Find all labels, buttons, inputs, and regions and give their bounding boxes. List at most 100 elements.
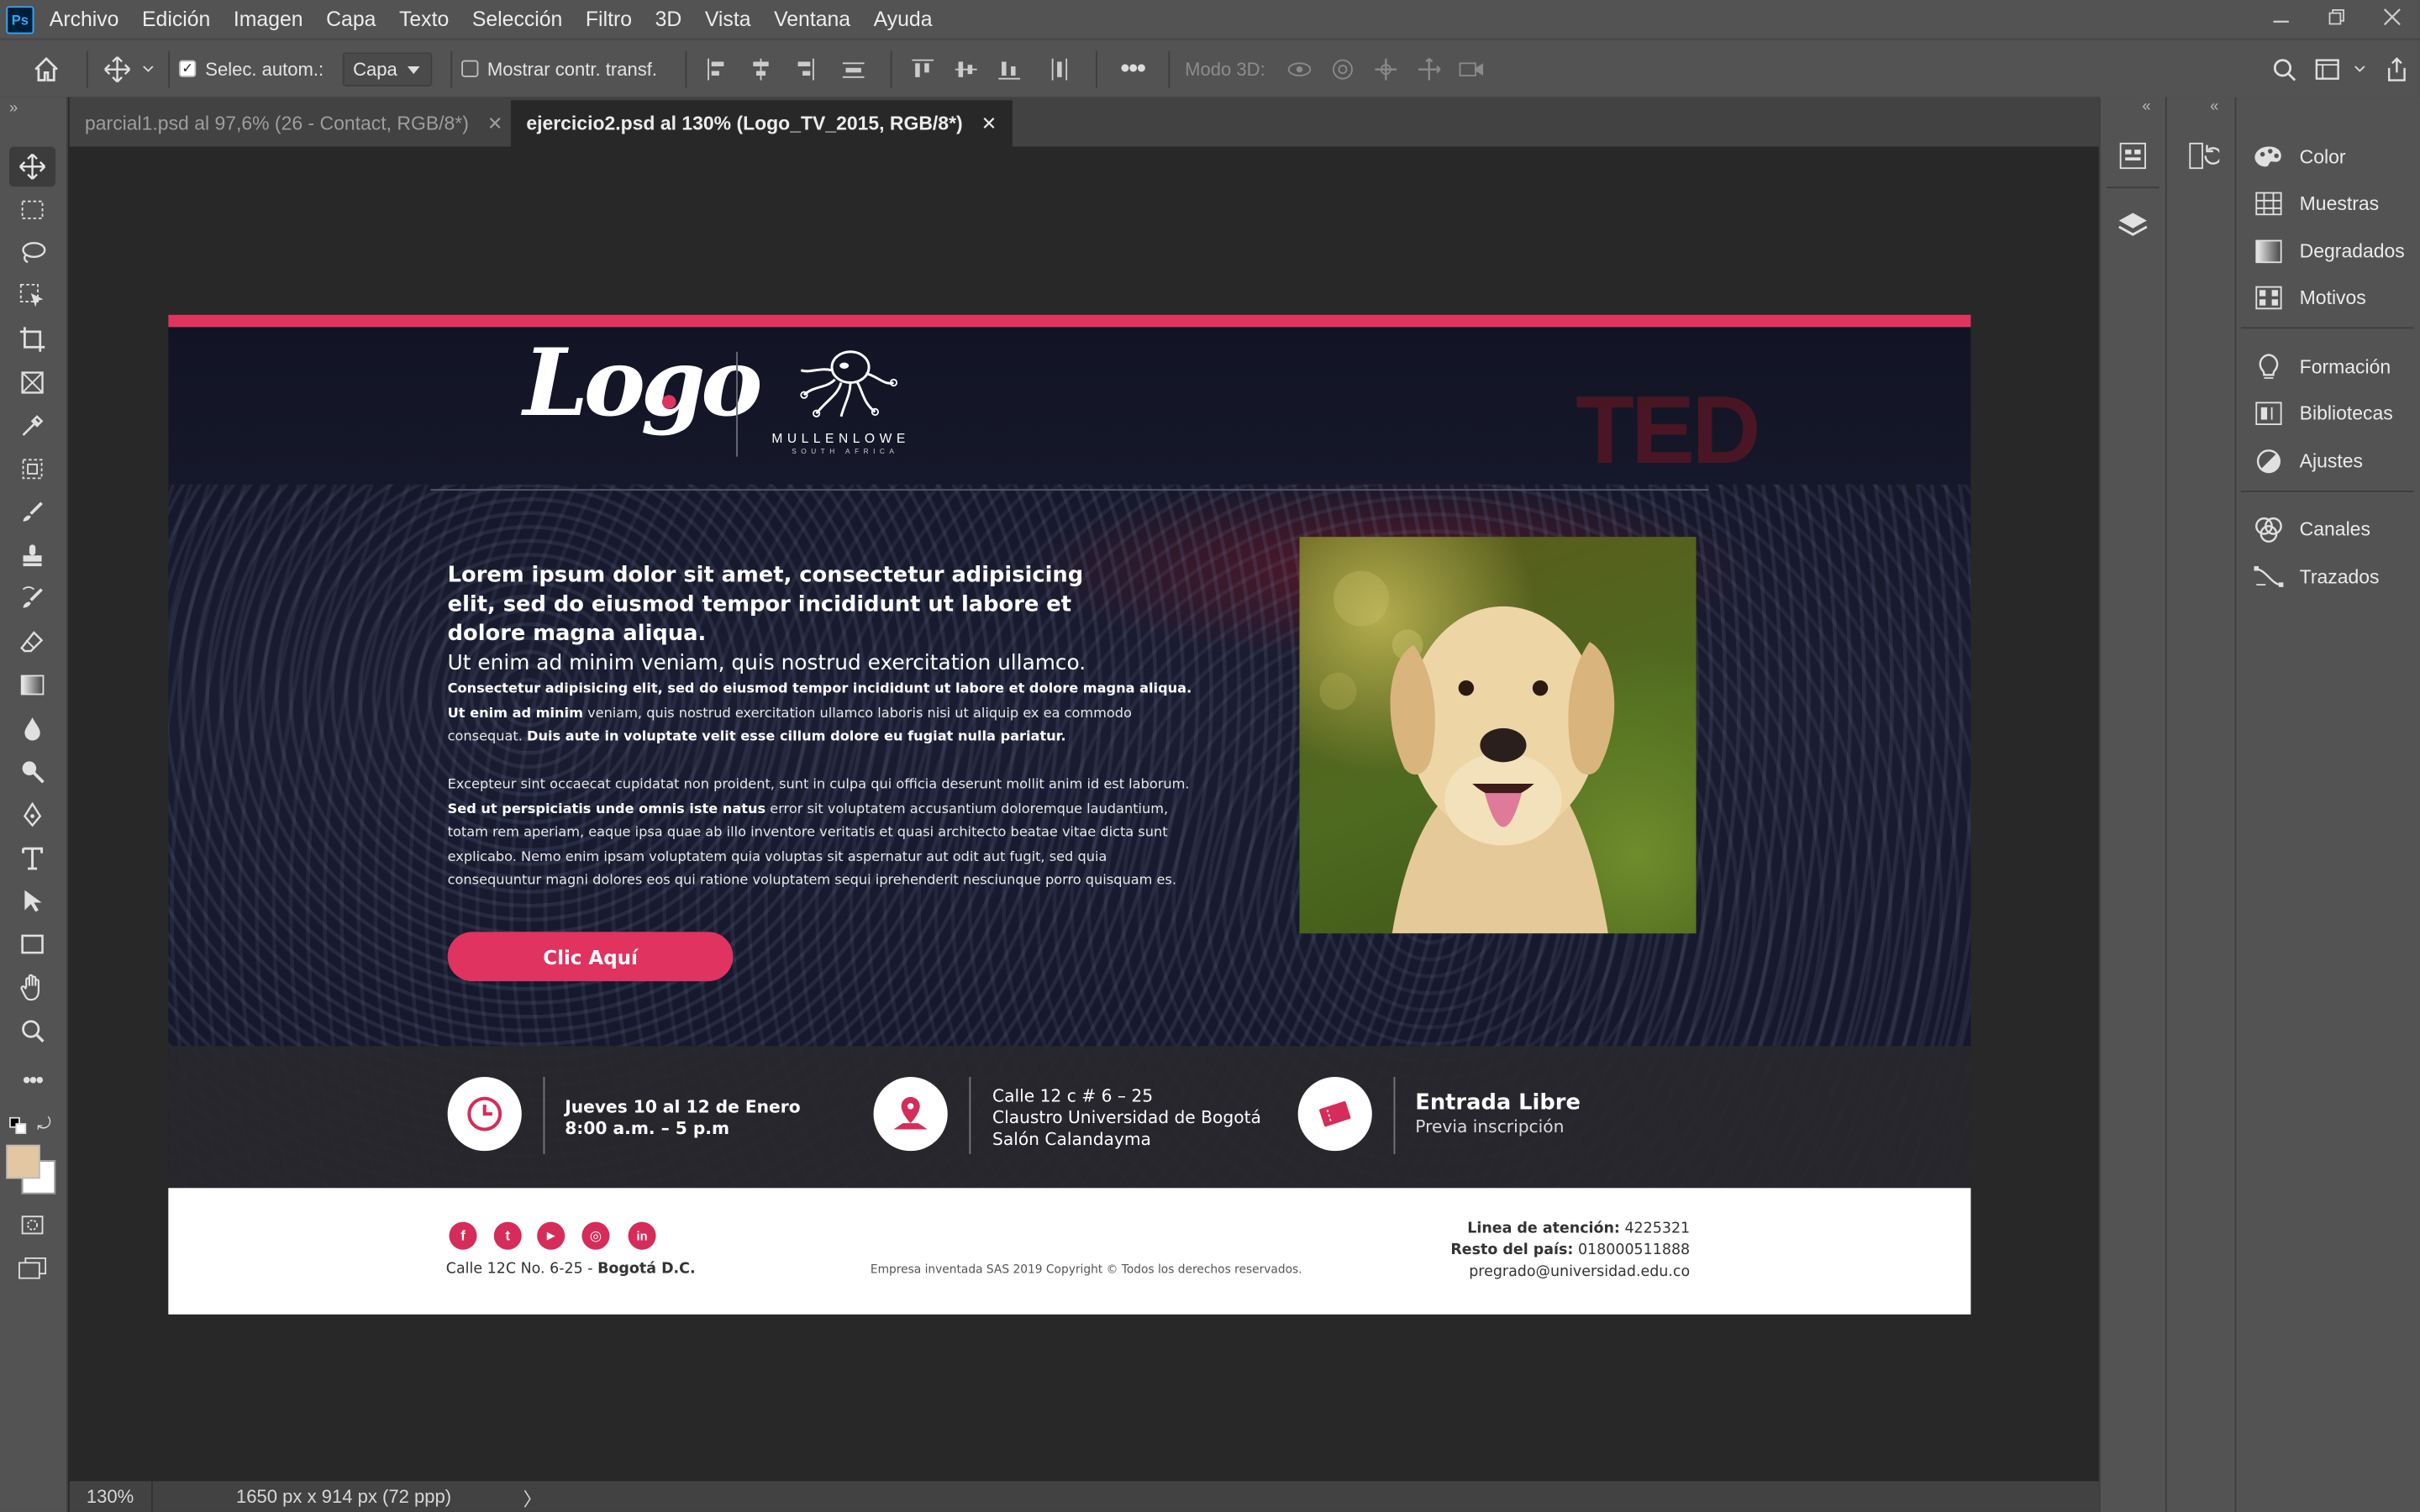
history-icon[interactable] <box>2186 139 2223 177</box>
rectangle-tool-icon[interactable] <box>9 924 55 964</box>
menu-imagen[interactable]: Imagen <box>234 8 303 31</box>
chevron-down-icon[interactable] <box>137 64 159 73</box>
crop-tool-icon[interactable] <box>9 319 55 360</box>
panel-adjustments[interactable]: Ajustes <box>2254 443 2363 480</box>
align-right-icon[interactable] <box>782 56 825 81</box>
brush-tool-icon[interactable] <box>9 492 55 533</box>
menu-ventana[interactable]: Ventana <box>774 8 850 31</box>
menu-filtro[interactable]: Filtro <box>586 8 632 31</box>
show-transform-checkbox[interactable] <box>460 60 478 77</box>
blur-tool-icon[interactable] <box>9 708 55 748</box>
tab-ejercicio2[interactable]: ejercicio2.psd al 130% (Logo_TV_2015, RG… <box>510 100 1013 147</box>
eyedropper-tool-icon[interactable] <box>9 406 55 446</box>
lasso-tool-icon[interactable] <box>9 233 55 273</box>
menu-texto[interactable]: Texto <box>399 8 449 31</box>
headline-bold: Lorem ipsum dolor sit amet, consectetur … <box>447 563 1084 647</box>
menu-vista[interactable]: Vista <box>705 8 751 31</box>
close-tab-icon[interactable]: ✕ <box>487 113 502 134</box>
menu-capa[interactable]: Capa <box>326 8 376 31</box>
menu-edicion[interactable]: Edición <box>142 8 210 31</box>
roll-3d-icon[interactable] <box>1321 56 1364 81</box>
menu-ayuda[interactable]: Ayuda <box>874 8 933 31</box>
close-tab-icon[interactable]: ✕ <box>981 113 997 134</box>
chevron-down-icon[interactable] <box>2346 64 2374 73</box>
youtube-icon[interactable]: ▶ <box>537 1221 566 1250</box>
align-top-icon[interactable] <box>901 56 944 81</box>
linkedin-icon[interactable]: in <box>628 1221 656 1250</box>
panel-gradients[interactable]: Degradados <box>2254 233 2405 270</box>
panel-color[interactable]: Color <box>2254 139 2346 176</box>
foreground-color-swatch[interactable] <box>6 1144 40 1179</box>
align-left-icon[interactable] <box>696 56 739 81</box>
auto-select-target-dropdown[interactable]: Capa <box>342 51 432 86</box>
workspace-icon[interactable] <box>2309 58 2346 80</box>
slide-3d-icon[interactable] <box>1407 56 1450 81</box>
photoshop-logo[interactable]: Ps <box>6 5 34 34</box>
instagram-icon[interactable]: ◎ <box>581 1221 610 1250</box>
share-icon[interactable] <box>2374 56 2420 81</box>
swap-colors-icon[interactable]: ⤾ <box>37 1116 51 1136</box>
zoom-level[interactable]: 130% <box>87 1486 134 1508</box>
stamp-tool-icon[interactable] <box>9 535 55 575</box>
panel-swatches[interactable]: Muestras <box>2254 185 2379 222</box>
facebook-icon[interactable]: f <box>449 1221 477 1250</box>
twitter-icon[interactable]: t <box>493 1221 522 1250</box>
path-selection-tool-icon[interactable] <box>9 881 55 921</box>
gradient-tool-icon[interactable] <box>9 665 55 706</box>
minimize-icon[interactable] <box>2254 0 2309 34</box>
close-icon[interactable] <box>2365 0 2420 34</box>
move-tool-icon[interactable] <box>9 146 56 187</box>
marquee-tool-icon[interactable] <box>9 190 55 230</box>
edit-toolbar-icon[interactable]: ••• <box>9 1060 55 1100</box>
gradient-icon <box>2254 238 2285 265</box>
cta-button[interactable]: Clic Aquí <box>447 932 734 982</box>
separator <box>1167 50 1170 87</box>
more-options-icon[interactable]: ••• <box>1106 52 1158 85</box>
screen-mode-icon[interactable] <box>9 1248 55 1289</box>
distribute-horizontal-icon[interactable] <box>825 56 881 81</box>
hand-tool-icon[interactable] <box>9 968 55 1008</box>
rotate-3d-icon[interactable] <box>1277 56 1320 81</box>
collapse-icon[interactable]: « <box>2210 99 2218 116</box>
pen-tool-icon[interactable] <box>9 795 55 835</box>
search-icon[interactable] <box>2260 56 2309 81</box>
type-tool-icon[interactable] <box>9 837 55 878</box>
panel-channels[interactable]: Canales <box>2254 511 2370 548</box>
menu-3d[interactable]: 3D <box>655 8 682 31</box>
panel-libraries[interactable]: Bibliotecas <box>2254 395 2393 432</box>
layers-icon[interactable] <box>2116 208 2149 247</box>
menu-seleccion[interactable]: Selección <box>472 8 563 31</box>
auto-select-checkbox[interactable]: ✓ <box>179 60 197 77</box>
restore-icon[interactable] <box>2309 0 2365 34</box>
align-center-icon[interactable] <box>739 56 781 81</box>
document-canvas[interactable]: TED Logo MULLENLOWE SOUTH AFRICA Lorem i… <box>168 314 1971 1315</box>
default-colors-icon[interactable] <box>9 1116 28 1141</box>
distribute-vertical-icon[interactable] <box>1030 56 1086 81</box>
panel-patterns[interactable]: Motivos <box>2254 279 2366 316</box>
collapse-toolbar-icon[interactable]: » <box>9 100 18 117</box>
pan-3d-icon[interactable] <box>1364 56 1407 81</box>
object-select-tool-icon[interactable] <box>9 276 55 317</box>
frame-tool-icon[interactable] <box>9 363 55 403</box>
align-bottom-icon[interactable] <box>987 56 1030 81</box>
scale-3d-icon[interactable] <box>1450 58 1493 80</box>
history-brush-tool-icon[interactable] <box>9 579 55 619</box>
zoom-tool-icon[interactable] <box>9 1011 55 1051</box>
move-tool-icon[interactable] <box>97 55 138 82</box>
properties-icon[interactable] <box>2116 139 2149 177</box>
panel-learn[interactable]: Formación <box>2254 349 2391 386</box>
panel-paths[interactable]: Trazados <box>2254 559 2380 596</box>
dodge-tool-icon[interactable] <box>9 751 55 791</box>
tab-parcial1[interactable]: parcial1.psd al 97,6% (26 - Contact, RGB… <box>70 100 518 146</box>
collapse-icon[interactable]: « <box>2142 99 2150 116</box>
menu-archivo[interactable]: Archivo <box>50 8 119 31</box>
panel-label: Formación <box>2299 356 2391 378</box>
align-middle-icon[interactable] <box>944 56 987 81</box>
paths-icon <box>2254 563 2285 591</box>
status-menu-arrow[interactable]: 〉 <box>523 1486 542 1512</box>
eraser-tool-icon[interactable] <box>9 622 55 662</box>
healing-brush-tool-icon[interactable] <box>9 449 55 489</box>
map-pin-icon <box>873 1077 948 1152</box>
quick-mask-icon[interactable] <box>9 1205 55 1245</box>
home-icon[interactable] <box>15 55 76 82</box>
